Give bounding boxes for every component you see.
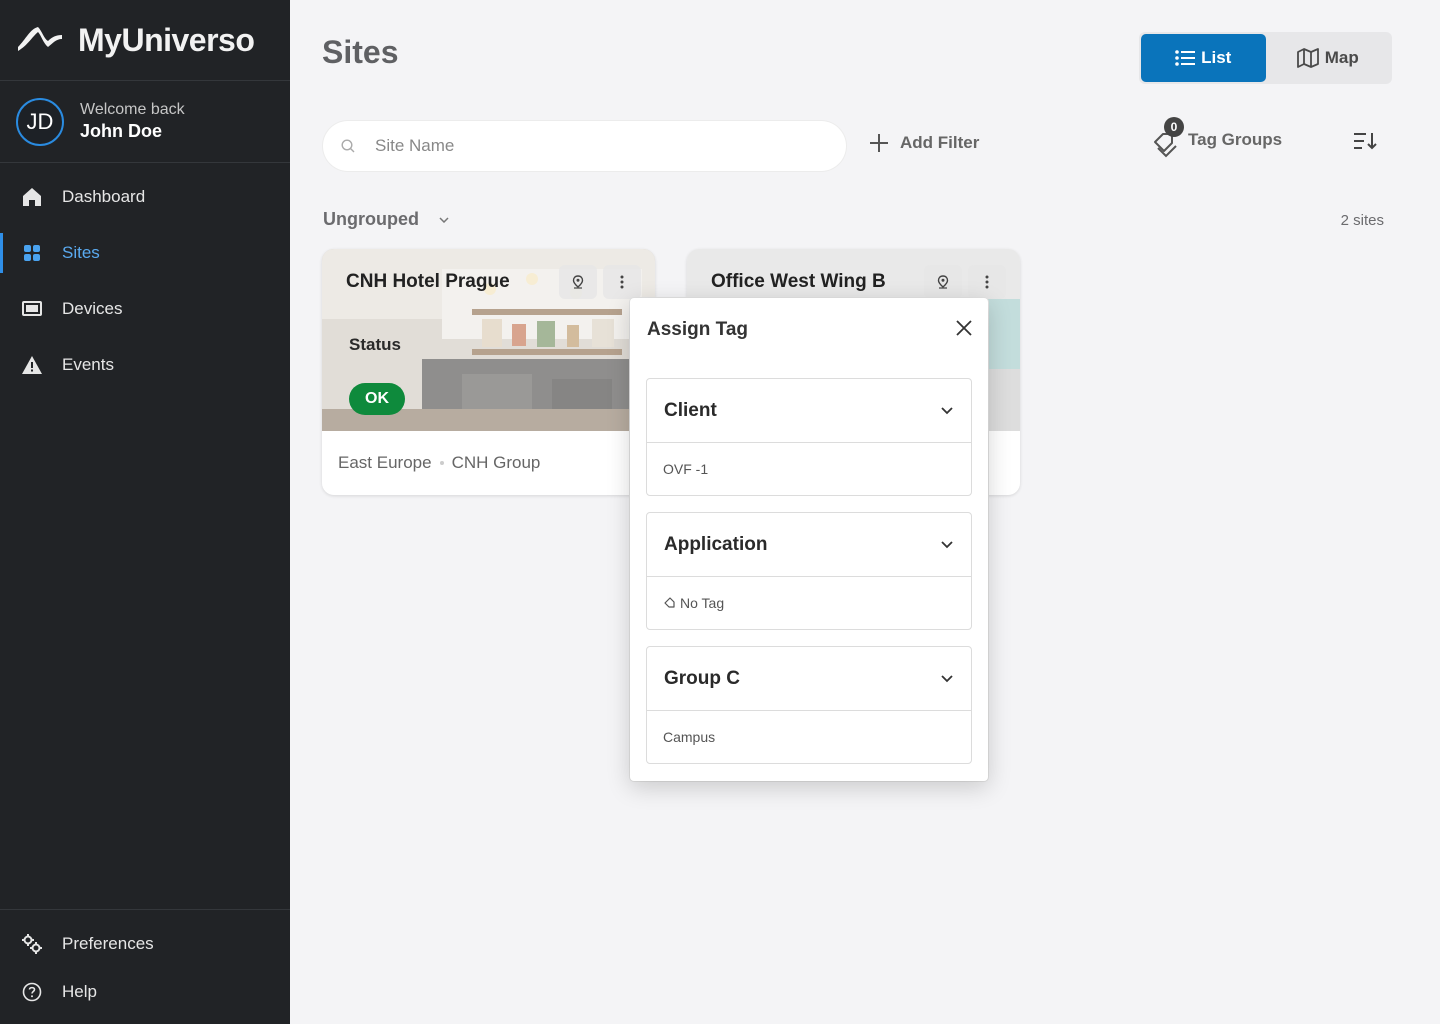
avatar: JD	[16, 97, 64, 146]
tag-value-text: No Tag	[680, 595, 725, 611]
welcome-text: Welcome back	[80, 101, 185, 118]
tag-group-client: Client OVF -1	[646, 378, 972, 496]
tag-group-name: Application	[664, 533, 768, 555]
nav-item-preferences[interactable]: Preferences	[0, 920, 290, 968]
tag-icon	[664, 597, 675, 608]
chevron-down-icon	[439, 216, 449, 223]
nav-label: Events	[62, 355, 114, 374]
tag-group-application: Application No Tag	[646, 512, 972, 630]
device-icon	[22, 299, 42, 319]
tag-groups-button[interactable]: 0 Tag Groups	[1152, 117, 1283, 160]
chevron-down-icon	[941, 674, 953, 682]
tag-value-text: Campus	[663, 729, 716, 745]
kebab-icon	[620, 275, 624, 289]
nav-item-help[interactable]: Help	[0, 968, 290, 1016]
tag-group-group-c: Group C Campus	[646, 646, 972, 764]
tag-group-name: Group C	[664, 667, 740, 689]
kebab-icon	[985, 275, 989, 289]
tag-group-dropdown[interactable]: Group C	[647, 647, 971, 711]
more-options-button[interactable]	[603, 265, 641, 299]
assign-tag-popup: Assign Tag Client OVF -1 Application No …	[630, 298, 988, 781]
site-region: East Europe	[338, 453, 432, 472]
locate-site-button[interactable]	[559, 265, 597, 299]
map-pin-icon	[572, 275, 584, 289]
tag-value-text: OVF -1	[663, 461, 709, 477]
search-icon	[341, 139, 355, 153]
site-group: CNH Group	[451, 453, 541, 472]
search-bar	[323, 121, 846, 171]
tag-group-name: Client	[664, 399, 717, 421]
map-icon	[1296, 48, 1319, 68]
close-icon	[956, 320, 972, 336]
view-toggle: List Map	[1139, 32, 1392, 84]
nav-item-sites[interactable]: Sites	[0, 225, 290, 281]
sidebar: MyUniverso JD Welcome back John Doe Dash…	[0, 0, 290, 1024]
app-name: MyUniverso	[78, 21, 255, 58]
grid-icon	[22, 243, 42, 263]
list-icon	[1175, 50, 1196, 66]
home-icon	[22, 187, 42, 207]
tag-groups-count-badge: 0	[1164, 117, 1184, 137]
site-meta: East Europe CNH Group	[338, 453, 540, 473]
tag-group-dropdown[interactable]: Application	[647, 513, 971, 577]
plus-icon	[870, 134, 888, 152]
chevron-down-icon	[941, 406, 953, 414]
nav-label: Help	[62, 982, 97, 1001]
chevron-down-icon	[941, 540, 953, 548]
main-nav: Dashboard Sites Devices Events	[0, 169, 290, 393]
tag-group-dropdown[interactable]: Client	[647, 379, 971, 443]
status-label: Status	[349, 335, 401, 354]
group-header[interactable]: Ungrouped	[323, 209, 449, 230]
more-options-button[interactable]	[968, 265, 1006, 299]
add-filter-label: Add Filter	[900, 133, 980, 152]
status-badge: OK	[349, 383, 405, 415]
user-profile[interactable]: JD Welcome back John Doe	[0, 81, 290, 163]
nav-label: Dashboard	[62, 187, 146, 206]
site-name: Office West Wing B	[711, 271, 886, 292]
sort-icon	[1354, 133, 1377, 150]
map-view-button[interactable]: Map	[1266, 34, 1391, 82]
nav-label: Preferences	[62, 934, 154, 953]
popup-title: Assign Tag	[647, 319, 748, 340]
tag-value[interactable]: No Tag	[647, 577, 971, 629]
nav-item-events[interactable]: Events	[0, 337, 290, 393]
add-filter-button[interactable]: Add Filter	[868, 132, 979, 154]
group-name: Ungrouped	[323, 209, 419, 229]
locate-site-button[interactable]	[924, 265, 962, 299]
separator-dot	[439, 461, 444, 465]
site-count: 2 sites	[1340, 212, 1384, 229]
sort-button[interactable]	[1353, 131, 1377, 156]
tag-value[interactable]: Campus	[647, 711, 971, 763]
user-name: John Doe	[80, 121, 163, 141]
site-name: CNH Hotel Prague	[346, 271, 510, 292]
bottom-nav: Preferences Help	[0, 909, 290, 1024]
gears-icon	[22, 934, 42, 954]
nav-label: Sites	[62, 243, 100, 262]
close-button[interactable]	[954, 318, 974, 343]
page-title: Sites	[322, 34, 399, 70]
tag-groups-label: Tag Groups	[1188, 130, 1283, 149]
list-view-label: List	[1201, 48, 1232, 67]
site-card[interactable]: CNH Hotel Prague Status OK East Europe C…	[322, 249, 655, 495]
list-view-button[interactable]: List	[1141, 34, 1266, 82]
logo-icon	[16, 21, 64, 60]
brand[interactable]: MyUniverso	[0, 0, 290, 81]
nav-item-devices[interactable]: Devices	[0, 281, 290, 337]
nav-item-dashboard[interactable]: Dashboard	[0, 169, 290, 225]
map-pin-icon	[937, 275, 949, 289]
help-icon	[22, 982, 42, 1002]
tag-value[interactable]: OVF -1	[647, 443, 971, 495]
warning-icon	[22, 355, 42, 375]
map-view-label: Map	[1324, 48, 1359, 67]
search-input[interactable]	[375, 136, 795, 156]
nav-label: Devices	[62, 299, 123, 318]
